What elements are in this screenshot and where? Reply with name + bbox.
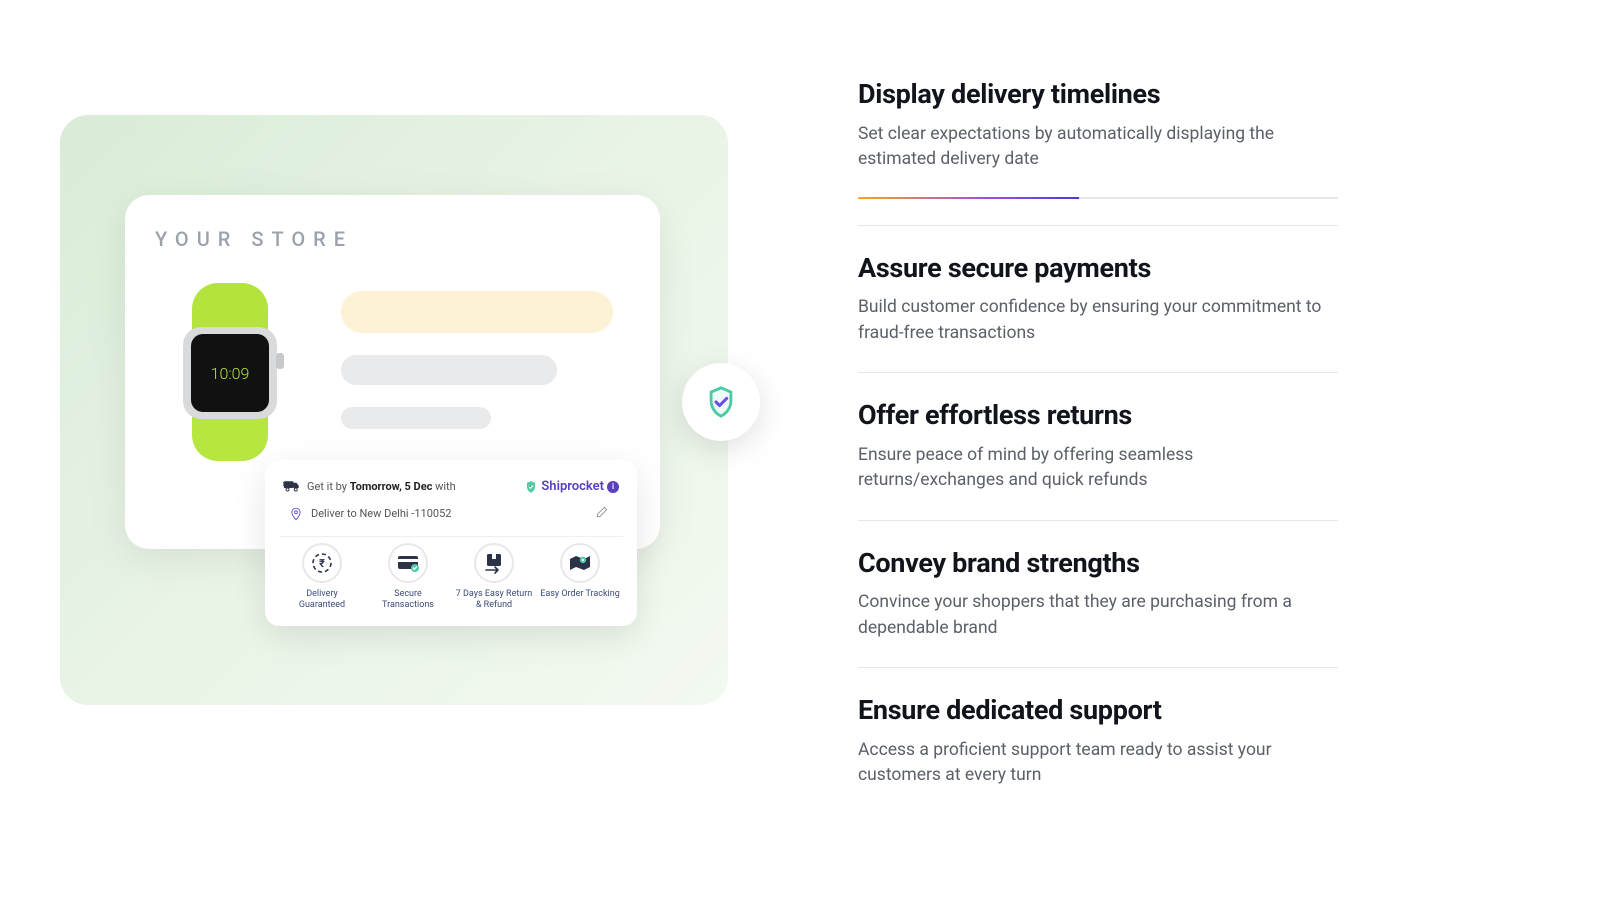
badge-label: Easy Order Tracking — [540, 589, 620, 600]
delivery-truck-icon — [283, 478, 301, 495]
delivery-widget: Get it by Tomorrow, 5 Dec with Shiprocke… — [265, 460, 637, 626]
badge-label: 7 Days Easy Return & Refund — [454, 589, 534, 612]
feature-desc: Build customer confidence by ensuring yo… — [858, 295, 1338, 346]
delivery-address: Deliver to New Delhi -110052 — [311, 507, 451, 520]
card-check-icon — [388, 543, 428, 583]
feature-title: Convey brand strengths — [858, 547, 1338, 581]
delivery-badge: Secure Transactions — [368, 543, 448, 612]
svg-text:₹: ₹ — [319, 557, 325, 570]
showcase-panel: YOUR STORE 10:09 — [60, 115, 728, 705]
feature-progress-bar — [858, 197, 1338, 199]
shiprocket-brand: Shiprocket i — [524, 479, 619, 494]
trust-badge-icon — [682, 363, 760, 441]
store-title: YOUR STORE — [155, 227, 630, 251]
rupee-refresh-icon: ₹ — [302, 543, 342, 583]
box-return-icon — [474, 543, 514, 583]
location-pin-icon — [289, 507, 303, 521]
feature-title: Ensure dedicated support — [858, 694, 1338, 728]
feature-item-secure-payments[interactable]: Assure secure payments Build customer co… — [858, 226, 1338, 374]
delivery-badge: ₹ Delivery Guaranteed — [282, 543, 362, 612]
feature-title: Assure secure payments — [858, 252, 1338, 286]
placeholder-line — [341, 291, 613, 333]
placeholder-line — [341, 407, 491, 429]
feature-title: Display delivery timelines — [858, 78, 1338, 112]
feature-item-dedicated-support[interactable]: Ensure dedicated support Access a profic… — [858, 668, 1338, 815]
feature-desc: Ensure peace of mind by offering seamles… — [858, 443, 1338, 494]
watch-time: 10:09 — [211, 364, 250, 383]
feature-desc: Access a proficient support team ready t… — [858, 738, 1338, 789]
feature-item-effortless-returns[interactable]: Offer effortless returns Ensure peace of… — [858, 373, 1338, 521]
feature-list: Display delivery timelines Set clear exp… — [858, 60, 1338, 815]
delivery-badge: Easy Order Tracking — [540, 543, 620, 612]
feature-item-delivery-timelines[interactable]: Display delivery timelines Set clear exp… — [858, 78, 1338, 226]
product-image: 10:09 — [155, 287, 305, 457]
placeholder-lines — [341, 287, 630, 429]
feature-desc: Convince your shoppers that they are pur… — [858, 590, 1338, 641]
feature-title: Offer effortless returns — [858, 399, 1338, 433]
map-pin-icon — [560, 543, 600, 583]
info-icon[interactable]: i — [607, 481, 619, 493]
edit-address-icon[interactable] — [595, 505, 609, 522]
placeholder-line — [341, 355, 557, 385]
badge-label: Delivery Guaranteed — [282, 589, 362, 612]
badge-label: Secure Transactions — [368, 589, 448, 612]
getit-text: Get it by Tomorrow, 5 Dec with — [307, 480, 456, 493]
feature-item-brand-strengths[interactable]: Convey brand strengths Convince your sho… — [858, 521, 1338, 669]
feature-desc: Set clear expectations by automatically … — [858, 122, 1338, 173]
delivery-badge: 7 Days Easy Return & Refund — [454, 543, 534, 612]
